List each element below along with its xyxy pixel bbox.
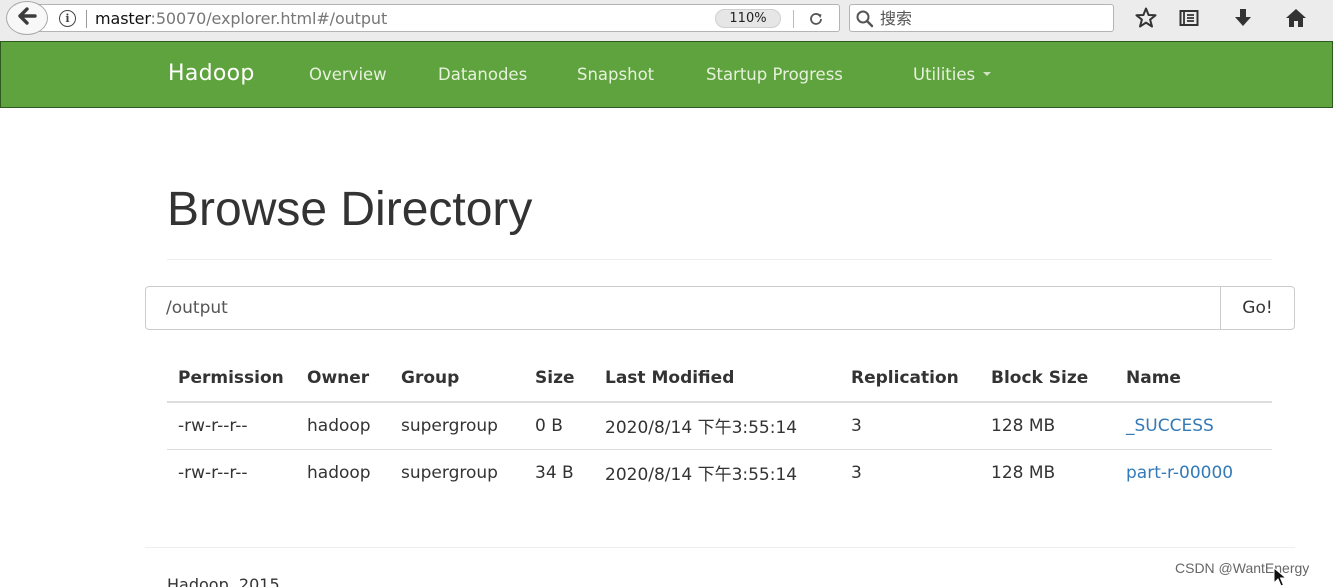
column-header-permission[interactable]: Permission	[167, 354, 296, 403]
cell-name: _SUCCESS	[1115, 402, 1272, 450]
search-input[interactable]	[880, 7, 1100, 29]
table-row: -rw-r--r-- hadoop supergroup 34 B 2020/8…	[167, 449, 1272, 496]
cell-owner: hadoop	[296, 402, 390, 450]
cell-permission: -rw-r--r--	[167, 402, 296, 450]
column-header-block-size[interactable]: Block Size	[980, 354, 1115, 403]
search-bar[interactable]	[849, 4, 1114, 32]
cell-replication: 3	[840, 402, 980, 450]
zoom-level-badge[interactable]: 110%	[715, 9, 781, 28]
directory-path-input[interactable]	[145, 286, 1222, 330]
path-input-group: Go!	[145, 286, 1295, 330]
address-bar[interactable]: i master:50070/explorer.html#/output 110…	[30, 4, 840, 32]
cell-group: supergroup	[390, 402, 524, 450]
nav-item-datanodes[interactable]: Datanodes	[438, 65, 527, 84]
search-icon	[855, 9, 875, 33]
cell-last-modified: 2020/8/14 下午3:55:14	[594, 402, 840, 450]
column-header-replication[interactable]: Replication	[840, 354, 980, 403]
cell-block-size: 128 MB	[980, 402, 1115, 450]
nav-item-utilities[interactable]: Utilities	[913, 65, 992, 84]
info-icon[interactable]: i	[59, 10, 76, 27]
mouse-cursor-icon	[1273, 566, 1288, 587]
page-title: Browse Directory	[167, 183, 533, 236]
back-button[interactable]	[6, 1, 48, 35]
file-link-part-r-00000[interactable]: part-r-00000	[1126, 463, 1233, 483]
directory-listing-table: Permission Owner Group Size Last Modifie…	[167, 354, 1272, 496]
url-text[interactable]: master:50070/explorer.html#/output	[95, 9, 387, 28]
cell-size: 0 B	[524, 402, 594, 450]
table-header-row: Permission Owner Group Size Last Modifie…	[167, 354, 1272, 403]
reload-icon[interactable]	[804, 8, 828, 30]
column-header-last-modified[interactable]: Last Modified	[594, 354, 840, 403]
column-header-size[interactable]: Size	[524, 354, 594, 403]
cell-owner: hadoop	[307, 462, 371, 483]
cell-block-size: 128 MB	[991, 462, 1056, 483]
column-header-owner[interactable]: Owner	[296, 354, 390, 403]
nav-item-snapshot[interactable]: Snapshot	[577, 65, 654, 84]
navbar-brand[interactable]: Hadoop	[168, 61, 255, 86]
url-host: master	[95, 9, 151, 28]
csdn-watermark: CSDN @WantEnergy	[1175, 560, 1310, 576]
cell-name: part-r-00000	[1115, 449, 1272, 496]
column-header-group[interactable]: Group	[390, 354, 524, 403]
download-icon[interactable]	[1229, 5, 1257, 31]
go-button[interactable]: Go!	[1220, 286, 1295, 330]
chevron-down-icon	[983, 71, 992, 76]
nav-item-startup-progress[interactable]: Startup Progress	[706, 65, 843, 84]
cell-permission: -rw-r--r--	[178, 462, 248, 483]
back-arrow-icon	[16, 6, 38, 30]
cell-size: 34 B	[535, 462, 574, 483]
cell-replication: 3	[851, 462, 862, 483]
title-divider	[167, 259, 1272, 260]
nav-item-utilities-label: Utilities	[913, 65, 976, 84]
cell-last-modified: 2020/8/14 下午3:55:14	[605, 465, 798, 486]
reading-list-icon[interactable]	[1175, 5, 1203, 31]
cell-group: supergroup	[401, 462, 498, 483]
url-separator	[86, 10, 87, 28]
footer-text: Hadoop, 2015.	[167, 575, 285, 587]
column-header-name[interactable]: Name	[1115, 354, 1272, 403]
footer-divider	[145, 547, 1295, 548]
top-navbar: Hadoop Overview Datanodes Snapshot Start…	[0, 41, 1333, 108]
star-icon[interactable]	[1132, 5, 1160, 31]
browser-toolbar: i master:50070/explorer.html#/output 110…	[0, 0, 1333, 41]
file-link-success[interactable]: _SUCCESS	[1126, 416, 1214, 436]
url-separator-2	[793, 10, 794, 28]
table-row: -rw-r--r-- hadoop supergroup 0 B 2020/8/…	[167, 402, 1272, 450]
home-icon[interactable]	[1282, 5, 1310, 31]
url-path: :50070/explorer.html#/output	[150, 9, 388, 28]
nav-item-overview[interactable]: Overview	[309, 65, 387, 84]
